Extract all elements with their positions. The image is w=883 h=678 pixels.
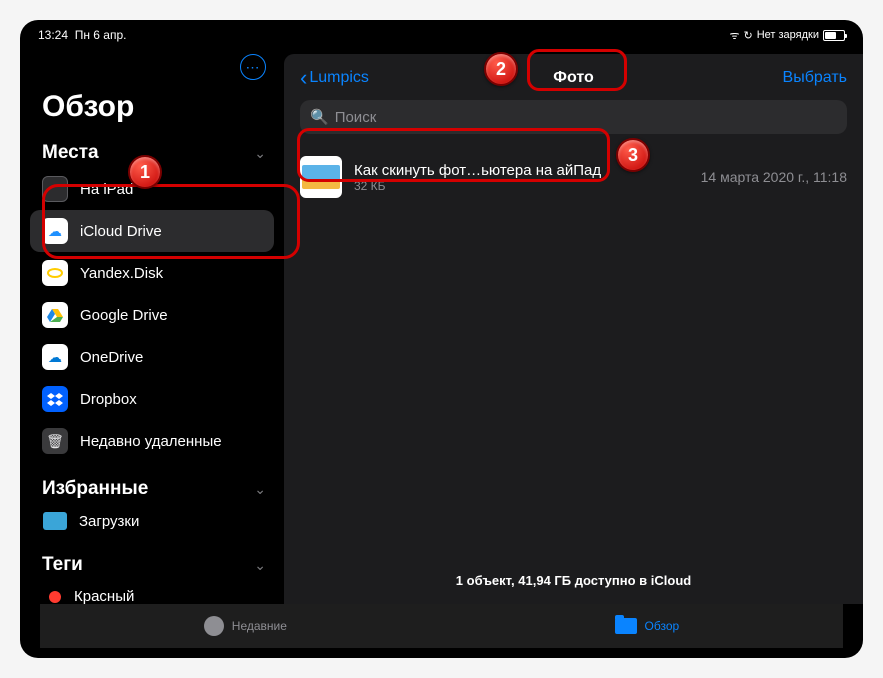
folder-title: Фото xyxy=(553,69,593,87)
battery-icon xyxy=(823,30,845,41)
sidebar: ⋯ Обзор Места ⌄ На iPad ☁ iCloud Drive Ya… xyxy=(20,46,284,604)
tab-recents[interactable]: Недавние xyxy=(204,616,287,636)
app-body: ⋯ Обзор Места ⌄ На iPad ☁ iCloud Drive Ya… xyxy=(20,46,863,604)
file-date: 14 марта 2020 г., 11:18 xyxy=(701,169,847,185)
sync-icon: ↻ xyxy=(744,29,753,42)
sidebar-item-label: Недавно удаленные xyxy=(80,433,222,450)
google-drive-icon xyxy=(42,302,68,328)
sidebar-item-ipad[interactable]: На iPad xyxy=(20,168,284,210)
sidebar-item-label: Загрузки xyxy=(79,513,139,530)
file-size: 32 КБ xyxy=(354,179,689,193)
back-button[interactable]: ‹ Lumpics xyxy=(300,67,369,89)
file-list: Как скинуть фот…ьютера на айПад 32 КБ 14… xyxy=(284,146,863,557)
sidebar-item-downloads[interactable]: Загрузки xyxy=(20,504,284,538)
tab-label: Обзор xyxy=(645,619,680,633)
more-options-icon[interactable]: ⋯ xyxy=(240,54,266,80)
sidebar-item-google-drive[interactable]: Google Drive xyxy=(20,294,284,336)
folder-icon xyxy=(615,618,637,634)
sidebar-item-onedrive[interactable]: ☁ OneDrive xyxy=(20,336,284,378)
section-label: Избранные xyxy=(42,478,148,500)
nav-bar: ‹ Lumpics Фото Выбрать xyxy=(284,54,863,100)
chevron-down-icon: ⌄ xyxy=(254,145,266,162)
folder-icon xyxy=(43,512,67,530)
wifi-icon: ᯤ xyxy=(729,28,739,43)
file-thumbnail-icon xyxy=(300,156,342,198)
sidebar-item-icloud-drive[interactable]: ☁ iCloud Drive xyxy=(30,210,274,252)
section-label: Теги xyxy=(42,554,83,576)
section-label: Места xyxy=(42,142,99,164)
status-left: 13:24 Пн 6 апр. xyxy=(38,28,126,42)
tab-browse[interactable]: Обзор xyxy=(615,618,680,634)
section-header-tags[interactable]: Теги ⌄ xyxy=(20,550,284,580)
select-button[interactable]: Выбрать xyxy=(783,69,847,87)
footer-status: 1 объект, 41,94 ГБ доступно в iCloud xyxy=(284,557,863,604)
sidebar-item-label: Yandex.Disk xyxy=(80,265,163,282)
section-header-locations[interactable]: Места ⌄ xyxy=(20,138,284,168)
sidebar-item-label: На iPad xyxy=(80,181,133,198)
trash-icon: 🗑 xyxy=(42,428,68,454)
bottom-tab-bar: Недавние Обзор xyxy=(40,604,843,648)
sidebar-top: ⋯ xyxy=(20,46,284,86)
tab-label: Недавние xyxy=(232,619,287,633)
dropbox-icon xyxy=(42,386,68,412)
sidebar-item-dropbox[interactable]: Dropbox xyxy=(20,378,284,420)
chevron-left-icon: ‹ xyxy=(300,67,307,89)
sidebar-item-label: OneDrive xyxy=(80,349,143,366)
sidebar-item-label: Google Drive xyxy=(80,307,168,324)
sidebar-item-label: Dropbox xyxy=(80,391,137,408)
sidebar-item-recently-deleted[interactable]: 🗑 Недавно удаленные xyxy=(20,420,284,462)
search-icon: 🔍 xyxy=(310,108,329,126)
status-bar: 13:24 Пн 6 апр. ᯤ ↻ Нет зарядки xyxy=(20,20,863,46)
battery-label: Нет зарядки xyxy=(757,29,819,41)
search-wrap: 🔍 Поиск xyxy=(284,100,863,146)
icloud-icon: ☁ xyxy=(42,218,68,244)
file-row[interactable]: Как скинуть фот…ьютера на айПад 32 КБ 14… xyxy=(300,146,847,208)
status-right: ᯤ ↻ Нет зарядки xyxy=(729,28,845,43)
main-panel: ‹ Lumpics Фото Выбрать 🔍 Поиск Как скину… xyxy=(284,54,863,604)
file-info: Как скинуть фот…ьютера на айПад 32 КБ xyxy=(354,162,689,193)
chevron-down-icon: ⌄ xyxy=(254,557,266,574)
device-frame: 13:24 Пн 6 апр. ᯤ ↻ Нет зарядки ⋯ Обзор … xyxy=(20,20,863,658)
tag-dot-icon xyxy=(49,591,61,603)
status-date: Пн 6 апр. xyxy=(75,28,127,42)
ipad-icon xyxy=(42,176,68,202)
sidebar-title: Обзор xyxy=(20,86,284,138)
yandex-disk-icon xyxy=(42,260,68,286)
back-label: Lumpics xyxy=(309,69,369,87)
search-placeholder: Поиск xyxy=(335,109,377,126)
file-name: Как скинуть фот…ьютера на айПад xyxy=(354,162,689,179)
sidebar-item-yandex-disk[interactable]: Yandex.Disk xyxy=(20,252,284,294)
sidebar-item-label: iCloud Drive xyxy=(80,223,162,240)
onedrive-icon: ☁ xyxy=(42,344,68,370)
section-header-favorites[interactable]: Избранные ⌄ xyxy=(20,474,284,504)
chevron-down-icon: ⌄ xyxy=(254,481,266,498)
status-time: 13:24 xyxy=(38,28,68,42)
sidebar-item-label: Красный xyxy=(74,588,134,605)
search-input[interactable]: 🔍 Поиск xyxy=(300,100,847,134)
clock-icon xyxy=(204,616,224,636)
